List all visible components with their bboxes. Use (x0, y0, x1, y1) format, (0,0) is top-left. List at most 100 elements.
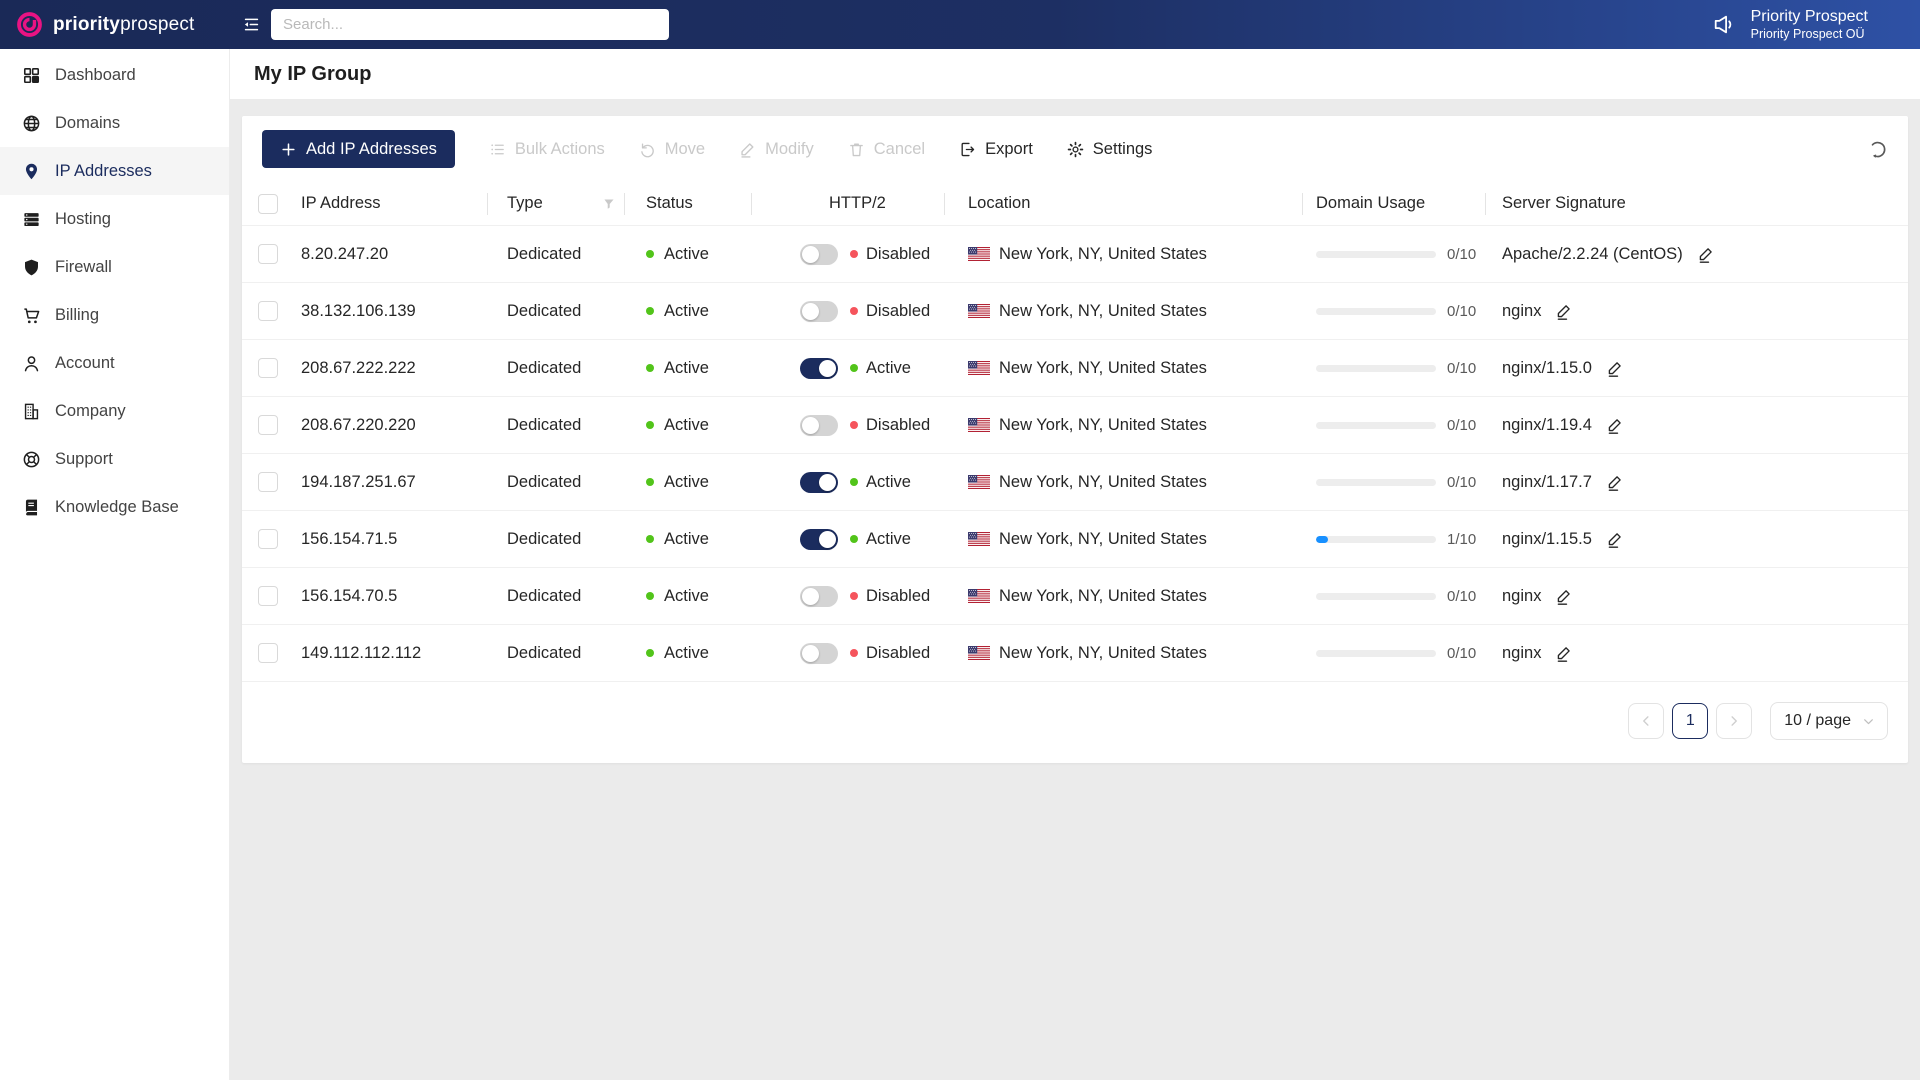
sidebar-item-dashboard[interactable]: Dashboard (0, 51, 229, 99)
usage-text: 0/10 (1447, 416, 1477, 434)
column-header-type[interactable]: Type (487, 182, 624, 225)
menu-fold-icon[interactable] (242, 15, 261, 34)
domain-usage-cell: 0/10 (1302, 246, 1485, 263)
http2-toggle[interactable] (800, 243, 838, 265)
location-label: New York, NY, United States (999, 472, 1207, 491)
sidebar-item-hosting[interactable]: Hosting (0, 195, 229, 243)
book-icon (25, 499, 38, 515)
http2-cell: Disabled (751, 243, 944, 265)
sidebar-item-company[interactable]: Company (0, 387, 229, 435)
prioritypropsect-logo-icon (17, 12, 42, 37)
column-header-status[interactable]: Status (624, 182, 751, 225)
row-checkbox[interactable] (258, 586, 278, 606)
server-icon (24, 212, 39, 226)
http2-label: Disabled (866, 586, 931, 605)
ip-address: 156.154.71.5 (301, 529, 398, 548)
page-size-value: 10 / page (1784, 712, 1851, 729)
http2-toggle[interactable] (800, 357, 838, 379)
http2-toggle[interactable] (800, 300, 838, 322)
edit-icon[interactable] (1606, 360, 1623, 377)
export-button[interactable]: Export (959, 140, 1033, 159)
sidebar-item-knowledge-base[interactable]: Knowledge Base (0, 483, 229, 531)
location-cell: New York, NY, United States (944, 530, 1302, 549)
settings-button[interactable]: Settings (1067, 140, 1152, 159)
sidebar-item-firewall[interactable]: Firewall (0, 243, 229, 291)
modify-button[interactable]: Modify (739, 140, 814, 159)
select-all-checkbox[interactable] (258, 193, 278, 214)
http2-cell: Disabled (751, 642, 944, 664)
row-checkbox[interactable] (258, 529, 278, 549)
ip-address: 208.67.220.220 (301, 415, 416, 434)
ip-address: 156.154.70.5 (301, 586, 398, 605)
column-header-domain-usage[interactable]: Domain Usage (1302, 182, 1485, 225)
http2-cell: Active (751, 357, 944, 379)
column-header-server-signature[interactable]: Server Signature (1485, 182, 1908, 225)
main-content: My IP Group Add IP Addresses Bulk Action… (230, 49, 1920, 1080)
sidebar-item-domains[interactable]: Domains (0, 99, 229, 147)
next-page-button[interactable] (1716, 703, 1753, 739)
signature-label: nginx/1.19.4 (1502, 415, 1592, 434)
edit-icon[interactable] (1606, 474, 1623, 491)
pagination: 1 10 / page (242, 682, 1908, 740)
refresh-icon[interactable] (1867, 139, 1888, 160)
row-checkbox[interactable] (258, 301, 278, 321)
chevron-right-icon (1731, 716, 1738, 726)
status-label: Active (664, 586, 709, 605)
signature-label: nginx (1502, 643, 1542, 662)
sidebar-item-ip-addresses[interactable]: IP Addresses (0, 147, 229, 195)
row-checkbox[interactable] (258, 643, 278, 663)
edit-icon[interactable] (1555, 588, 1572, 605)
http2-toggle[interactable] (800, 471, 838, 493)
sidebar-item-account[interactable]: Account (0, 339, 229, 387)
location-cell: New York, NY, United States (944, 473, 1302, 492)
gear-icon (1067, 141, 1084, 157)
edit-icon[interactable] (1555, 303, 1572, 320)
row-checkbox[interactable] (258, 358, 278, 378)
account-menu[interactable]: Priority Prospect Priority Prospect OÜ (1751, 7, 1868, 43)
chevron-down-icon (1864, 718, 1873, 724)
cancel-button[interactable]: Cancel (848, 140, 925, 159)
sidebar-item-label: Knowledge Base (55, 497, 179, 516)
search-input[interactable] (271, 9, 669, 40)
sidebar-item-label: Support (55, 449, 113, 468)
http2-label: Disabled (866, 301, 931, 320)
edit-icon[interactable] (1697, 246, 1714, 263)
row-checkbox[interactable] (258, 415, 278, 435)
status-label: Active (664, 301, 709, 320)
http2-label: Active (866, 529, 911, 548)
http2-toggle[interactable] (800, 642, 838, 664)
previous-page-button[interactable] (1628, 703, 1665, 739)
bulk-actions-button[interactable]: Bulk Actions (489, 140, 605, 159)
column-header-ip[interactable]: IP Address (294, 182, 487, 225)
announcement-icon[interactable] (1711, 12, 1736, 37)
http2-label: Active (866, 358, 911, 377)
server-signature-cell: nginx (1485, 644, 1908, 663)
column-header-location[interactable]: Location (944, 182, 1302, 225)
edit-icon[interactable] (1606, 417, 1623, 434)
usage-text: 0/10 (1447, 587, 1477, 605)
page-number-button[interactable]: 1 (1672, 703, 1709, 739)
http2-dot (850, 421, 858, 429)
sidebar-item-billing[interactable]: Billing (0, 291, 229, 339)
edit-icon[interactable] (1555, 645, 1572, 662)
sidebar-item-support[interactable]: Support (0, 435, 229, 483)
add-ip-addresses-button[interactable]: Add IP Addresses (262, 130, 455, 168)
edit-icon[interactable] (1606, 531, 1623, 548)
status-cell: Active (624, 587, 751, 606)
signature-label: nginx/1.15.5 (1502, 529, 1592, 548)
sidebar-item-label: Account (55, 353, 115, 372)
row-checkbox[interactable] (258, 244, 278, 264)
filter-funnel-icon[interactable] (602, 197, 616, 211)
row-checkbox[interactable] (258, 472, 278, 492)
table-row: 149.112.112.112 Dedicated Active Disable… (242, 625, 1908, 682)
http2-toggle[interactable] (800, 414, 838, 436)
page-title: My IP Group (254, 62, 372, 85)
http2-toggle[interactable] (800, 528, 838, 550)
page-size-select[interactable]: 10 / page (1770, 702, 1888, 740)
ip-address: 194.187.251.67 (301, 472, 416, 491)
move-button[interactable]: Move (639, 140, 705, 159)
http2-toggle[interactable] (800, 585, 838, 607)
usage-text: 1/10 (1447, 530, 1477, 548)
column-header-http2[interactable]: HTTP/2 (751, 182, 944, 225)
us-flag-icon (968, 475, 990, 489)
